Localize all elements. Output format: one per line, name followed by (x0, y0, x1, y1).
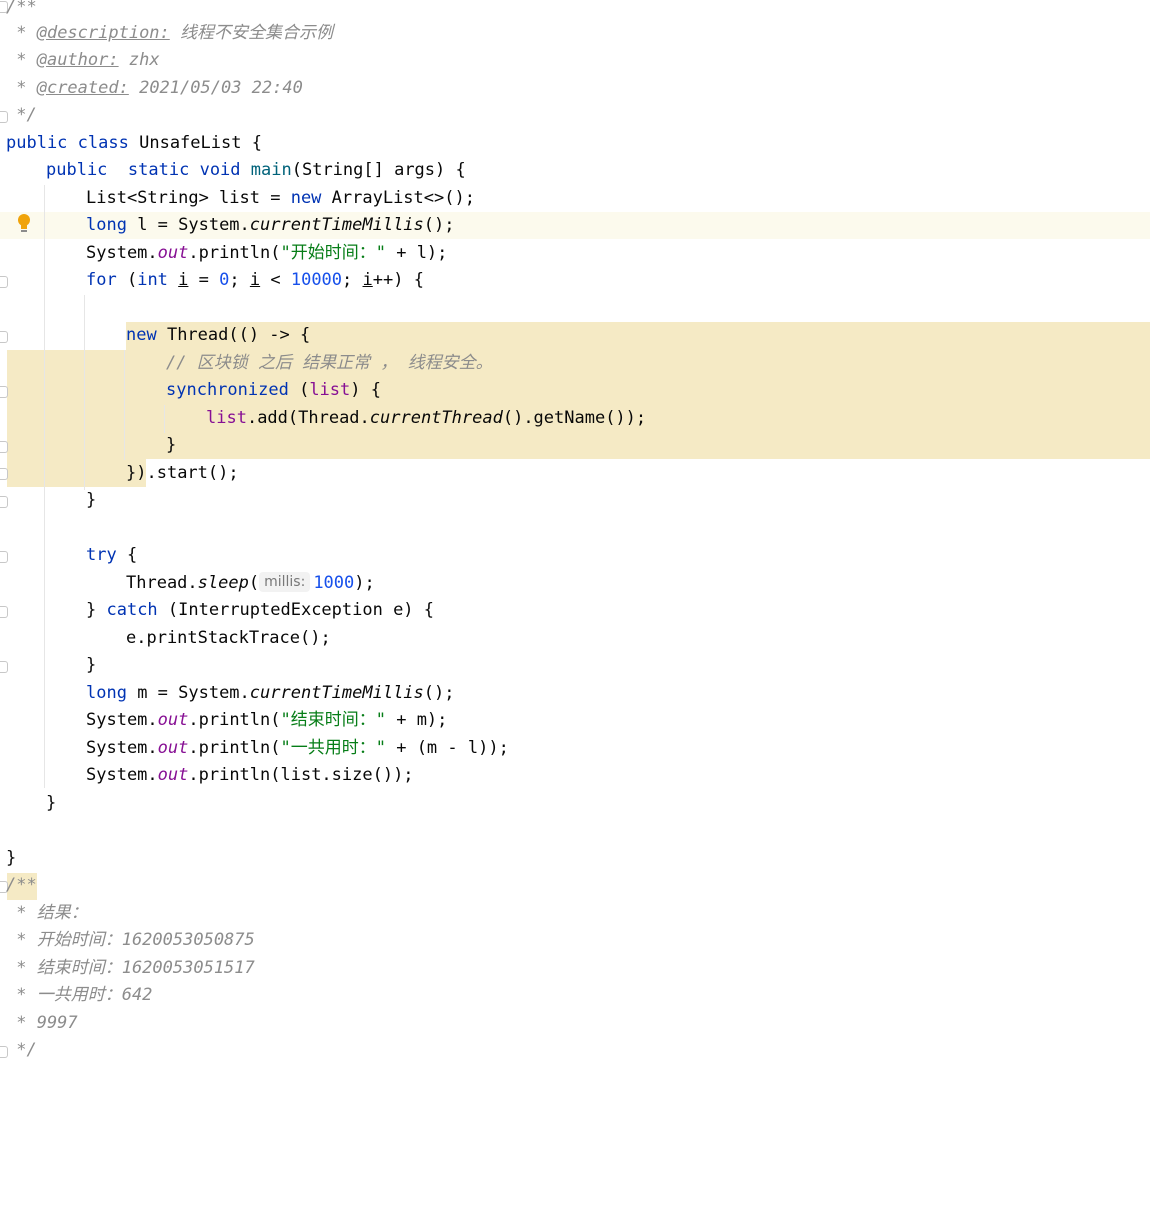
code-line: System.out.println("开始时间：" + l); (86, 243, 448, 263)
fold-marker-icon[interactable] (0, 468, 8, 480)
code-line: List<String> list = new ArrayList<>(); (86, 188, 475, 208)
code-line: synchronized (list) { (166, 380, 381, 400)
fold-marker-icon[interactable] (0, 496, 8, 508)
fold-marker-icon[interactable] (0, 551, 8, 563)
code-line: new Thread(() -> { (126, 325, 311, 345)
fold-marker-icon[interactable] (0, 606, 8, 618)
code-line: * @description: 线程不安全集合示例 (6, 23, 334, 43)
fold-marker-icon[interactable] (0, 331, 8, 343)
code-line: System.out.println(list.size()); (86, 765, 414, 785)
code-line: } catch (InterruptedException e) { (86, 600, 435, 620)
code-line: } (46, 793, 57, 813)
code-line: * 结果： (6, 903, 88, 923)
indent-guide (84, 295, 85, 490)
code-line: public class UnsafeList { (6, 133, 262, 153)
code-line: // 区块锁 之后 结果正常 ， 线程安全。 (166, 353, 493, 373)
parameter-hint: millis: (259, 572, 311, 592)
fold-marker-icon[interactable] (0, 276, 8, 288)
code-line: */ (6, 105, 37, 125)
fold-marker-icon[interactable] (0, 386, 8, 398)
code-line: * 一共用时：642 (6, 985, 153, 1005)
code-line: try { (86, 545, 138, 565)
code-line: System.out.println("结束时间：" + m); (86, 710, 448, 730)
code-line: } (166, 435, 177, 455)
indent-guide (124, 350, 125, 460)
code-line: } (86, 655, 97, 675)
code-line: }).start(); (126, 463, 239, 483)
code-line: * @created: 2021/05/03 22:40 (6, 78, 303, 98)
code-line: long m = System.currentTimeMillis(); (86, 683, 455, 703)
code-line: Thread.sleep(millis: 1000); (126, 572, 375, 593)
code-line: */ (6, 1040, 37, 1060)
code-line: * @author: zhx (6, 50, 160, 70)
code-line: long l = System.currentTimeMillis(); (86, 215, 455, 235)
code-line: for (int i = 0; i < 10000; i++) { (86, 270, 424, 290)
code-line: System.out.println("一共用时：" + (m - l)); (86, 738, 509, 758)
code-line: * 结束时间：1620053051517 (6, 958, 255, 978)
fold-marker-icon[interactable] (0, 661, 8, 673)
code-line: public static void main(String[] args) { (46, 160, 466, 180)
fold-marker-icon[interactable] (0, 441, 8, 453)
code-line: } (6, 848, 17, 868)
code-line: * 9997 (6, 1013, 78, 1033)
code-line: list.add(Thread.currentThread().getName(… (206, 408, 647, 428)
lightbulb-icon[interactable] (17, 214, 31, 234)
indent-guide (44, 185, 45, 788)
indent-guide (164, 405, 165, 433)
code-line: /** (6, 0, 37, 17)
code-line: /** (6, 875, 37, 895)
code-line: * 开始时间：1620053050875 (6, 930, 255, 950)
code-line: e.printStackTrace(); (126, 628, 331, 648)
code-editor[interactable]: /** * @description: 线程不安全集合示例 * @author:… (0, 0, 1150, 1218)
code-line: } (86, 490, 97, 510)
